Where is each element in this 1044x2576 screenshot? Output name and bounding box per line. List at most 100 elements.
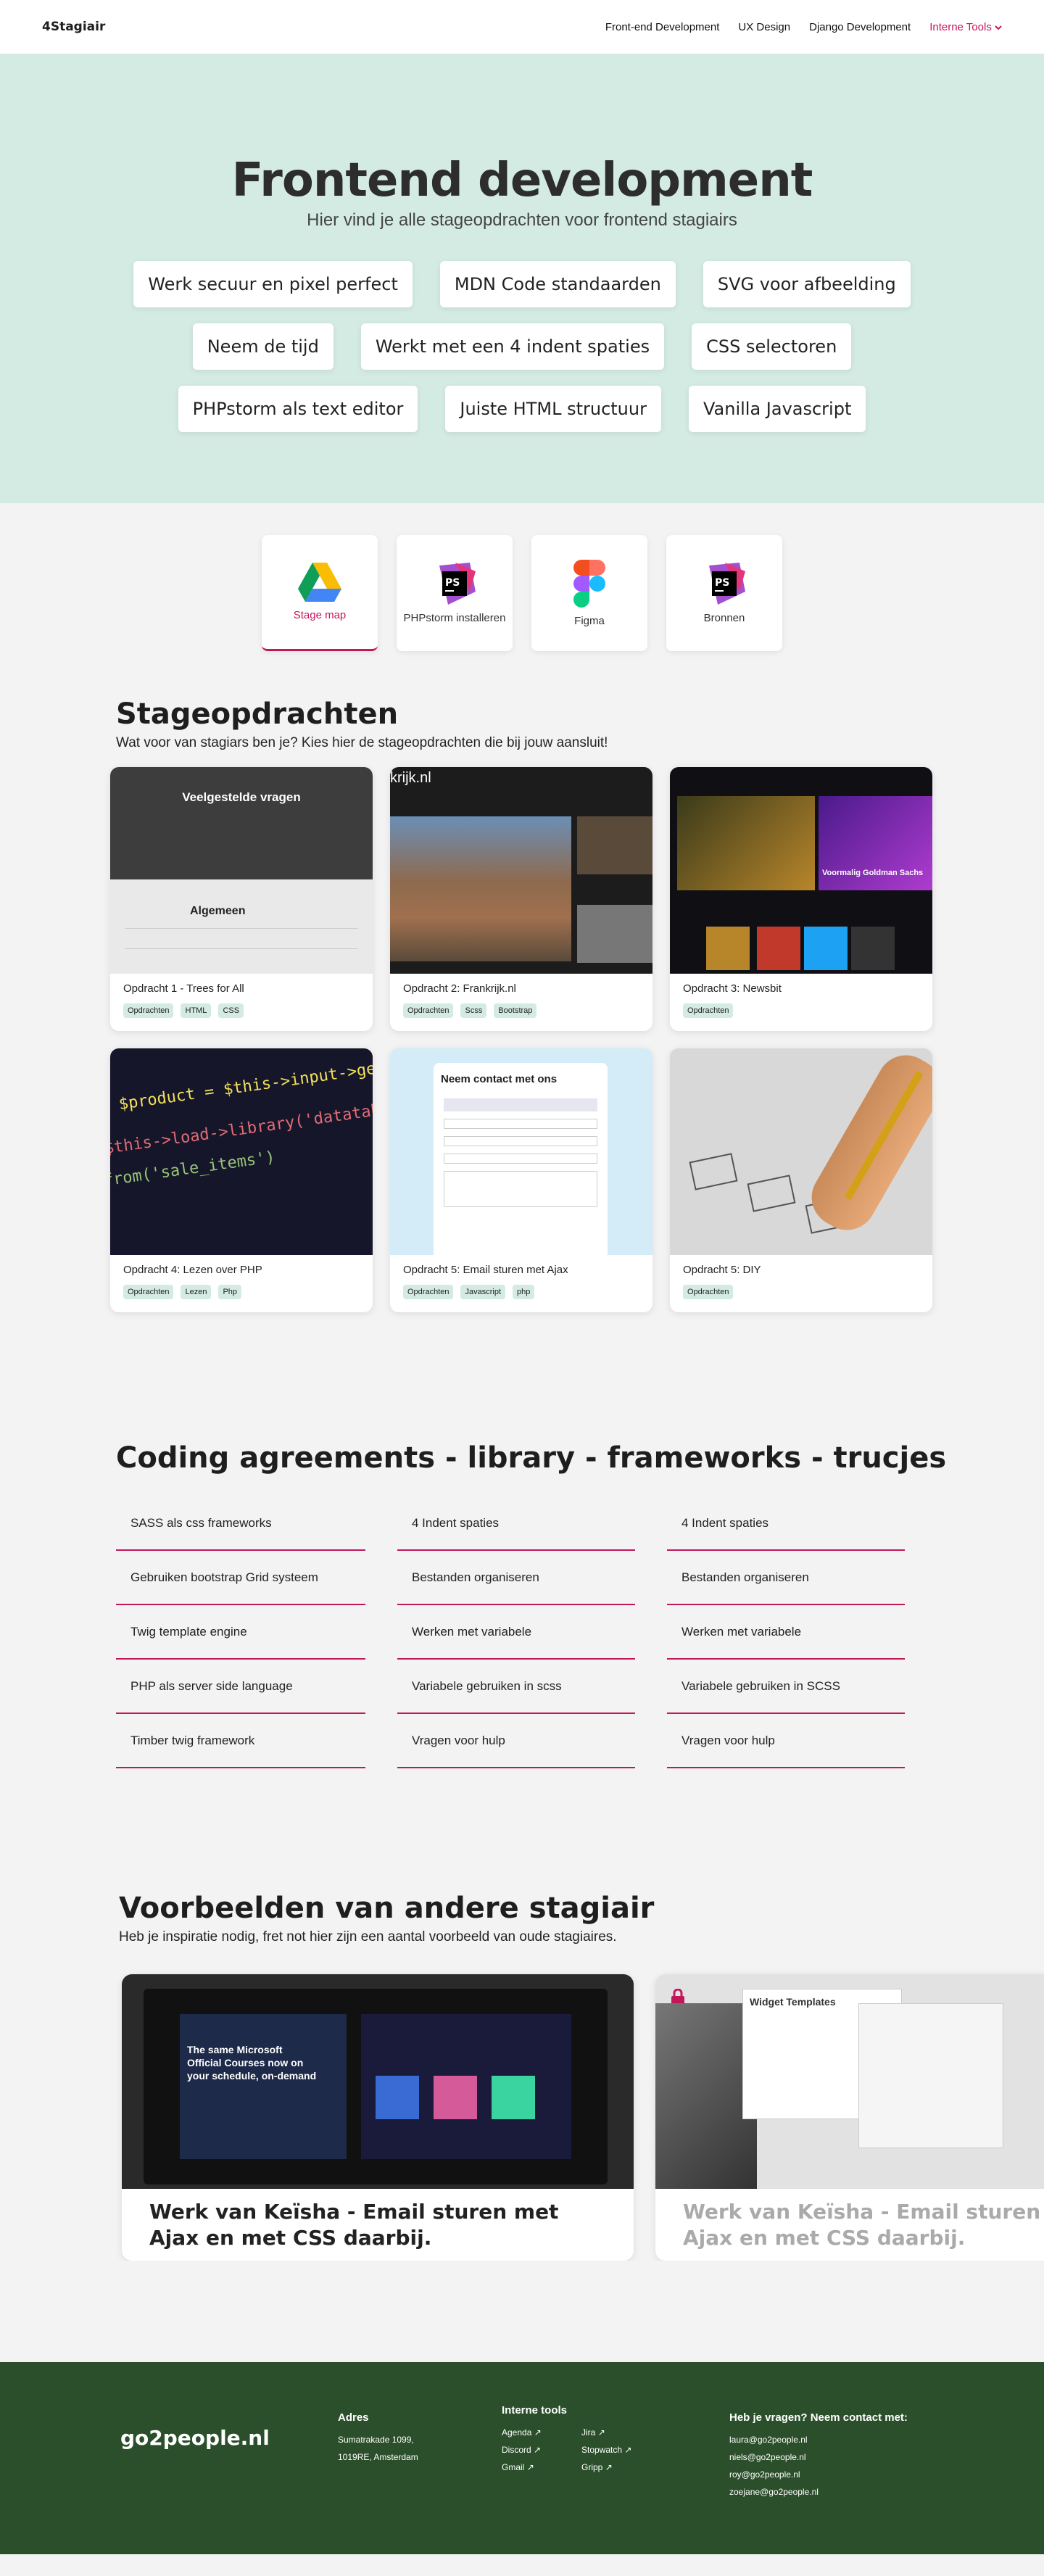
section-title: Stageopdrachten (116, 697, 399, 731)
footer-tool-link[interactable]: Jira ↗ (581, 2424, 639, 2441)
card-image (670, 1048, 932, 1255)
tag[interactable]: Bootstrap (494, 1003, 537, 1018)
tag[interactable]: Php (218, 1285, 242, 1299)
section-subtitle: Heb je inspiratie nodig, fret not hier z… (119, 1929, 617, 1945)
assignment-card[interactable]: $product = $this->input->get('prod $this… (110, 1048, 373, 1312)
agreement-item[interactable]: Vragen voor hulp (667, 1714, 905, 1768)
contact-email-link[interactable]: zoejane@go2people.nl (729, 2483, 908, 2501)
contact-email-link[interactable]: roy@go2people.nl (729, 2466, 908, 2483)
agreement-item[interactable]: Timber twig framework (116, 1714, 365, 1768)
tool-card-bronnen[interactable]: PS Bronnen (666, 535, 782, 651)
card-image-text: Algemeen (190, 905, 246, 917)
agreement-item[interactable]: 4 Indent spaties (397, 1496, 635, 1551)
footer-heading: Heb je vragen? Neem contact met: (729, 2411, 908, 2424)
footer-tool-label: Stopwatch (581, 2445, 623, 2455)
footer-tool-link[interactable]: Gmail ↗ (502, 2459, 581, 2476)
tool-label: Bronnen (703, 611, 745, 624)
pill: SVG voor afbeelding (703, 261, 911, 307)
agreement-item[interactable]: Bestanden organiseren (397, 1551, 635, 1605)
slide-title: Werk van Keïsha - Email sturen met Ajax … (683, 2200, 1044, 2250)
nav-link-ux[interactable]: UX Design (738, 21, 790, 33)
agreement-item[interactable]: SASS als css frameworks (116, 1496, 365, 1551)
footer-tool-link[interactable]: Stopwatch ↗ (581, 2441, 639, 2459)
nav-link-django[interactable]: Django Development (809, 21, 911, 33)
tag[interactable]: Opdrachten (403, 1003, 454, 1018)
assignment-card[interactable]: Opdracht 5: DIY Opdrachten (670, 1048, 932, 1312)
external-link-icon: ↗ (534, 2445, 542, 2455)
footer-tool-label: Gripp (581, 2462, 603, 2472)
contact-email-link[interactable]: laura@go2people.nl (729, 2431, 908, 2448)
agreement-item[interactable]: Variabele gebruiken in scss (397, 1660, 635, 1714)
nav-dropdown-label: Interne Tools (929, 20, 992, 33)
tool-card-figma[interactable]: Figma (531, 535, 647, 651)
card-image-text: Neem contact met ons (441, 1073, 558, 1085)
tool-card-stage-map[interactable]: Stage map (262, 535, 378, 651)
assignment-card[interactable]: Neem contact met ons Opdracht 5: Email s… (390, 1048, 652, 1312)
examples-slider[interactable]: The same Microsoft Official Courses now … (122, 1974, 1044, 2261)
assignment-card[interactable]: Voormalig Goldman Sachs Opdracht 3: News… (670, 767, 932, 1031)
example-slide[interactable]: Widget Templates Werk van Keïsha - Email… (655, 1974, 1044, 2261)
pill: Werk secuur en pixel perfect (133, 261, 413, 307)
tag[interactable]: CSS (218, 1003, 244, 1018)
footer-tool-link[interactable]: Gripp ↗ (581, 2459, 639, 2476)
agreement-item[interactable]: Werken met variabele (397, 1605, 635, 1660)
card-image: Veelgestelde vragen Algemeen (110, 767, 373, 974)
agreement-item[interactable]: Variabele gebruiken in SCSS (667, 1660, 905, 1714)
agreement-item[interactable]: Vragen voor hulp (397, 1714, 635, 1768)
tag[interactable]: Opdrachten (683, 1285, 734, 1299)
nav-link-frontend[interactable]: Front-end Development (605, 21, 720, 33)
tool-label: Figma (574, 614, 605, 627)
footer-tool-link[interactable]: Agenda ↗ (502, 2424, 581, 2441)
tag[interactable]: Scss (460, 1003, 487, 1018)
external-link-icon: ↗ (597, 2427, 605, 2438)
page-title: Frontend development (231, 154, 813, 207)
pill: CSS selectoren (692, 323, 852, 370)
footer-tool-label: Jira (581, 2427, 596, 2438)
pill: Werkt met een 4 indent spaties (360, 323, 665, 370)
tag[interactable]: HTML (181, 1003, 212, 1018)
tag[interactable]: Opdrachten (123, 1285, 174, 1299)
tool-label: Stage map (293, 609, 347, 621)
agreement-item[interactable]: PHP als server side language (116, 1660, 365, 1714)
card-image: Voormalig Goldman Sachs (670, 767, 932, 974)
card-image-text: Voormalig Goldman Sachs (822, 869, 924, 877)
slide-image-text: Widget Templates (750, 1996, 836, 2008)
agreement-item[interactable]: Gebruiken bootstrap Grid systeem (116, 1551, 365, 1605)
footer-heading: Interne tools (502, 2404, 568, 2416)
agreement-item[interactable]: Twig template engine (116, 1605, 365, 1660)
assignment-cards: Veelgestelde vragen Algemeen Opdracht 1 … (110, 767, 1044, 1312)
card-title: Opdracht 3: Newsbit (683, 982, 782, 995)
tool-card-phpstorm[interactable]: PS PHPstorm installeren (397, 535, 513, 651)
tool-label: PHPstorm installeren (403, 611, 506, 624)
tag[interactable]: Lezen (181, 1285, 212, 1299)
nav-links: Front-end Development UX Design Django D… (605, 21, 1002, 33)
tag[interactable]: Opdrachten (403, 1285, 454, 1299)
pill-list: Werk secuur en pixel perfect MDN Code st… (0, 261, 1044, 432)
address-line: Sumatrakade 1099, (338, 2435, 414, 2445)
phpstorm-icon: PS (439, 562, 476, 605)
assignment-card[interactable]: Veelgestelde vragen Algemeen Opdracht 1 … (110, 767, 373, 1031)
footer-logo[interactable]: go2people.nl (120, 2411, 338, 2554)
pill: Neem de tijd (192, 323, 334, 370)
external-link-icon: ↗ (624, 2445, 632, 2455)
svg-text:PS: PS (445, 577, 460, 589)
tag[interactable]: php (513, 1285, 535, 1299)
card-image: Neem contact met ons (390, 1048, 652, 1255)
card-image: $product = $this->input->get('prod $this… (110, 1048, 373, 1255)
section-title: Voorbeelden van andere stagiair (119, 1892, 655, 1925)
contact-email-link[interactable]: niels@go2people.nl (729, 2448, 908, 2466)
top-nav: 4Stagiair Front-end Development UX Desig… (0, 0, 1044, 54)
agreement-item[interactable]: Werken met variabele (667, 1605, 905, 1660)
tag[interactable]: Opdrachten (683, 1003, 734, 1018)
example-slide[interactable]: The same Microsoft Official Courses now … (122, 1974, 634, 2261)
tag[interactable]: Javascript (460, 1285, 506, 1299)
agreement-item[interactable]: 4 Indent spaties (667, 1496, 905, 1551)
footer-tools: Interne tools Agenda ↗ Jira ↗ Discord ↗ … (502, 2404, 729, 2554)
footer-tool-link[interactable]: Discord ↗ (502, 2441, 581, 2459)
nav-dropdown-tools[interactable]: Interne Tools (929, 21, 1002, 33)
tag[interactable]: Opdrachten (123, 1003, 174, 1018)
agreement-item[interactable]: Bestanden organiseren (667, 1551, 905, 1605)
site-logo[interactable]: 4Stagiair (42, 20, 105, 34)
assignment-card[interactable]: krijk.nl Opdracht 2: Frankrijk.nl Opdrac… (390, 767, 652, 1031)
address-line: 1019RE, Amsterdam (338, 2452, 418, 2462)
